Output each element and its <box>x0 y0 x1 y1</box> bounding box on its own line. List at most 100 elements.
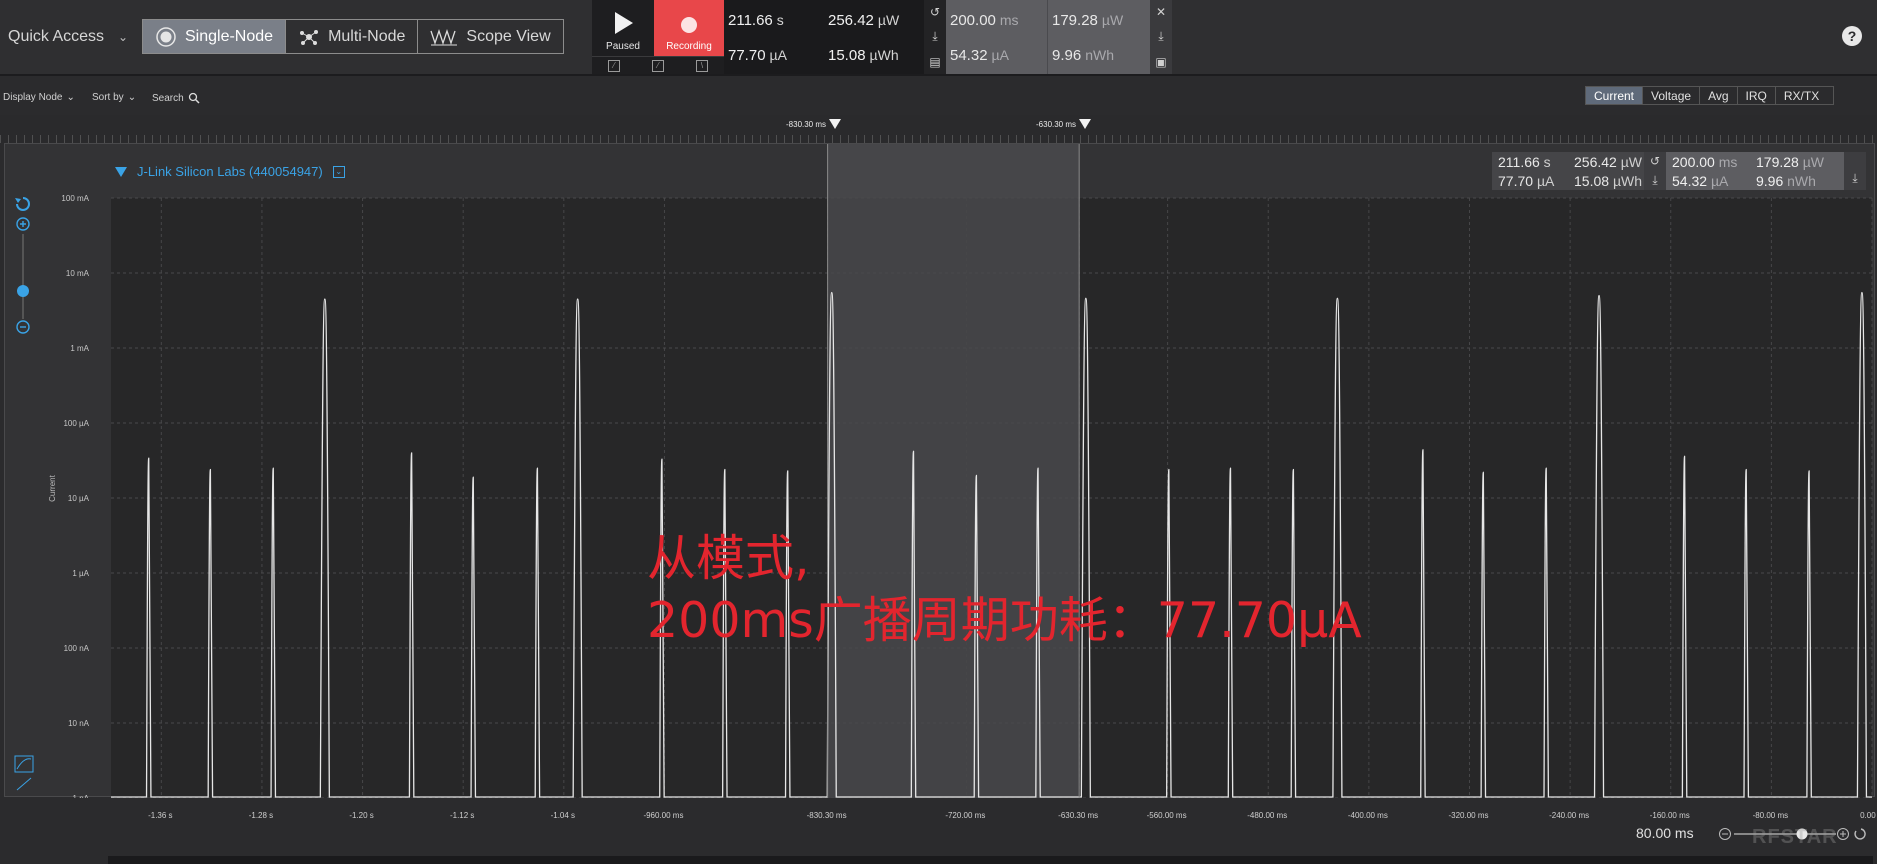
window-readout: 200.00 ms 179.28 µW 54.32 µA 9.96 nWh <box>946 0 1150 74</box>
y-zoom-control <box>15 197 30 334</box>
y-tick-label: 10 µA <box>68 494 90 503</box>
tab-rx-tx[interactable]: RX/TX <box>1776 87 1833 104</box>
annotation-text: 从模式, 200ms广播周期功耗：77.70µA <box>647 528 1362 652</box>
y-tick-label: 100 mA <box>61 194 89 203</box>
x-tick-label: -830.30 ms <box>806 811 847 820</box>
time-ruler[interactable]: -830.30 ms -630.30 ms <box>0 115 1877 143</box>
panel-window-power: 179.28 µW <box>1756 154 1824 170</box>
window-export-icon[interactable]: ⤓ <box>1852 171 1857 186</box>
annotation-line-2: 200ms广播周期功耗：77.70µA <box>647 592 1362 649</box>
node-plot-panel: 100 mA 10 mA 1 mA 100 µA 10 µA 1 µA 100 nA 10 n… <box>4 143 1876 798</box>
tab-voltage[interactable]: Voltage <box>1643 87 1701 104</box>
node-dropdown-icon[interactable]: ⌄ <box>332 165 345 178</box>
scope-view-button[interactable]: Scope View <box>418 20 562 53</box>
panel-window-time: 200.00 ms <box>1672 154 1738 170</box>
collapse-triangle-icon[interactable] <box>115 166 127 177</box>
table-icon[interactable]: ▤ <box>929 55 940 69</box>
x-tick-label: -630.30 ms <box>1058 811 1099 820</box>
diagonal-icon[interactable] <box>16 777 32 791</box>
export-icon[interactable]: ⤓ <box>1652 173 1657 188</box>
help-icon[interactable]: ? <box>1842 26 1862 46</box>
readout-tools: ↺ ⤓ ▤ <box>924 0 946 74</box>
readout-energy: 15.08 µWh <box>828 47 899 64</box>
search-field[interactable]: Search <box>152 92 200 104</box>
scope-wave-icon <box>430 28 458 45</box>
zoom-out-icon[interactable] <box>16 320 30 334</box>
x-axis: -1.36 s -1.28 s -1.20 s -1.12 s -1.04 s -960.… <box>0 797 1877 847</box>
x-tick-label: -1.12 s <box>449 811 475 820</box>
panel-readout: 211.66 s 256.42 µW 77.70 µA 15.08 µWh ↺ … <box>1492 152 1866 190</box>
close-icon[interactable]: ✕ <box>1156 5 1166 19</box>
y-tick-label: 100 µA <box>63 419 89 428</box>
x-tick-label: 0.00 s <box>1860 811 1877 820</box>
tab-avg[interactable]: Avg <box>1700 87 1738 104</box>
record-button[interactable]: Recording <box>654 0 724 56</box>
window-export-icon[interactable]: ⤓ <box>1158 29 1163 44</box>
sort-by-label: Sort by <box>92 92 124 103</box>
reset-zoom-icon[interactable] <box>15 197 30 211</box>
horizontal-scrollbar[interactable] <box>108 856 1873 864</box>
current-plot[interactable]: 100 mA 10 mA 1 mA 100 µA 10 µA 1 µA 100 nA 10 n… <box>5 144 1876 798</box>
quick-access-menu[interactable]: Quick Access ⌄ <box>8 28 128 46</box>
focus-icon[interactable]: ▣ <box>1155 55 1166 69</box>
x-tick-label: -1.04 s <box>550 811 576 820</box>
zoom-thumb[interactable] <box>17 285 29 297</box>
annotation-line-1: 从模式, <box>647 530 810 587</box>
trigger-stop-icon[interactable]: \ <box>696 59 708 72</box>
zoom-in-icon[interactable] <box>16 217 30 231</box>
multi-node-icon <box>300 29 319 45</box>
single-node-icon <box>156 26 176 47</box>
display-node-dropdown[interactable]: Display Node ⌄ <box>3 92 75 103</box>
view-mode-switch: Single-Node Multi-Node Scope View <box>142 19 564 54</box>
tab-irq[interactable]: IRQ <box>1738 87 1776 104</box>
node-header[interactable]: J-Link Silicon Labs (440054947) ⌄ <box>115 164 345 179</box>
trigger-start-icon[interactable]: ⁄ <box>652 59 664 72</box>
panel-readout-current: 77.70 µA <box>1498 173 1555 189</box>
multi-node-button[interactable]: Multi-Node <box>286 20 419 53</box>
cursor-b-label: -630.30 ms <box>1036 119 1077 129</box>
panel-readout-tools: ↺ ⤓ <box>1644 152 1666 190</box>
cursor-a-handle-icon <box>829 119 842 129</box>
panel-readout-time: 211.66 s <box>1498 154 1551 170</box>
cursor-b-handle-icon <box>1079 119 1092 129</box>
x-tick-label: -1.20 s <box>349 811 374 820</box>
chevron-down-icon: ⌄ <box>118 30 129 44</box>
cursor-b-marker[interactable]: -630.30 ms <box>1036 119 1092 129</box>
zoom-in-icon[interactable] <box>1837 828 1849 840</box>
y-tick-label: 10 mA <box>66 269 90 278</box>
panel-readout-energy: 15.08 µWh <box>1574 173 1643 189</box>
chevron-down-icon: ⌄ <box>127 92 137 103</box>
window-readout-tools: ✕ ⤓ ▣ <box>1150 0 1172 74</box>
single-node-button[interactable]: Single-Node <box>143 20 287 53</box>
zoom-out-icon[interactable] <box>1719 828 1731 840</box>
panel-window-energy: 9.96 nWh <box>1756 173 1816 189</box>
x-tick-label: -960.00 ms <box>643 811 684 820</box>
tab-current[interactable]: Current <box>1586 87 1644 104</box>
global-readout: 211.66 s 256.42 µW 77.70 µA 15.08 µWh <box>724 0 924 74</box>
sort-by-dropdown[interactable]: Sort by ⌄ <box>92 92 136 103</box>
main-toolbar: Quick Access ⌄ Single-Node Multi-Node Sc… <box>0 0 1877 76</box>
time-span-label[interactable]: 80.00 ms <box>1636 825 1694 841</box>
y-tick-label: 1 mA <box>70 344 89 353</box>
x-tick-label: -400.00 ms <box>1347 811 1388 820</box>
reset-icon[interactable]: ↺ <box>1650 154 1660 168</box>
x-tick-label: -80.00 ms <box>1752 811 1789 820</box>
y-tick-labels: 100 mA 10 mA 1 mA 100 µA 10 µA 1 µA 100 nA 10 n… <box>61 194 89 798</box>
trigger-icon[interactable]: ⁄ <box>608 59 620 72</box>
multi-node-label: Multi-Node <box>328 27 406 45</box>
y-tick-label: 1 µA <box>72 569 89 578</box>
y-tick-label: 100 nA <box>64 644 90 653</box>
readout-current: 77.70 µA <box>728 47 787 64</box>
search-label: Search <box>152 92 184 104</box>
cursor-a-marker[interactable]: -830.30 ms <box>786 119 842 129</box>
quick-access-label: Quick Access <box>8 28 105 45</box>
play-button[interactable]: Paused <box>592 0 654 56</box>
panel-readout-power: 256.42 µW <box>1574 154 1642 170</box>
export-icon[interactable]: ⤓ <box>932 29 937 44</box>
reset-time-icon[interactable] <box>1854 828 1866 840</box>
panel-window-current: 54.32 µA <box>1672 173 1729 189</box>
x-tick-label: -320.00 ms <box>1448 811 1489 820</box>
panel-window-readout: 200.00 ms 179.28 µW 54.32 µA 9.96 nWh <box>1666 152 1844 190</box>
y-tick-label: 10 nA <box>68 719 90 728</box>
reset-icon[interactable]: ↺ <box>930 5 940 19</box>
